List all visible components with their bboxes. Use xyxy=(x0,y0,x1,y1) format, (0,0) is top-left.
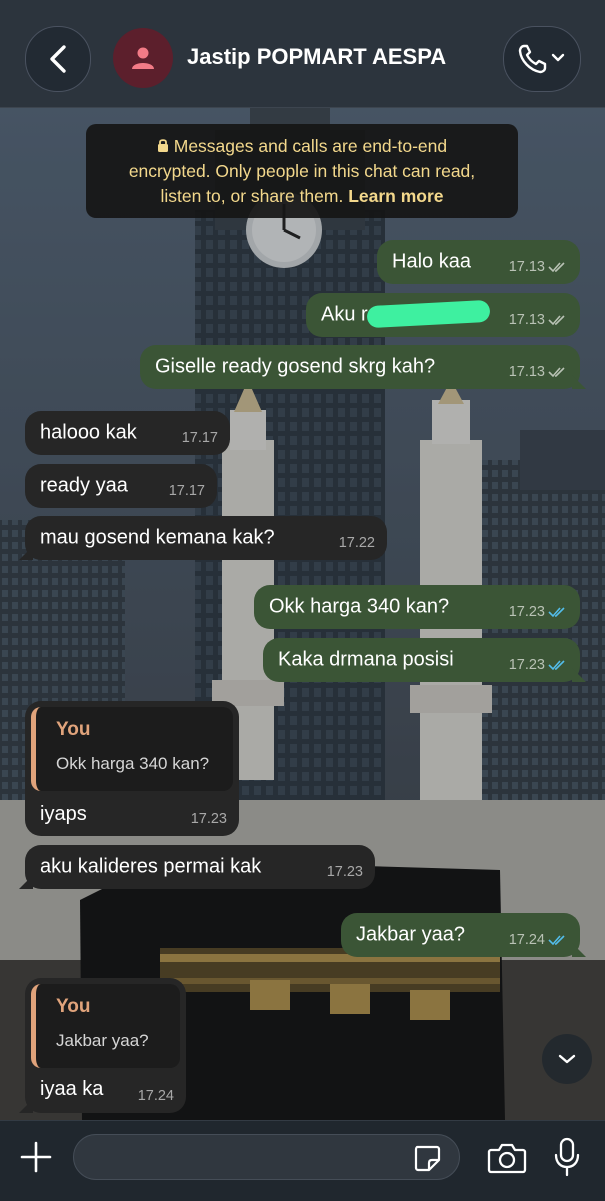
sticker-icon[interactable] xyxy=(412,1143,442,1173)
message-bubble-outgoing[interactable]: Jakbar yaa? 17.24 xyxy=(341,913,580,957)
learn-more-link[interactable]: Learn more xyxy=(348,186,443,206)
message-text: mau gosend kemana kak? xyxy=(40,526,275,549)
message-text: aku kalideres permai kak xyxy=(40,855,262,878)
message-time: 17.13 xyxy=(508,312,545,328)
double-check-icon xyxy=(548,262,565,273)
message-bubble-incoming[interactable]: halooo kak 17.17 xyxy=(25,411,230,455)
message-bubble-incoming[interactable]: aku kalideres permai kak 17.23 xyxy=(25,845,375,889)
double-check-read-icon xyxy=(548,607,565,618)
quoted-message[interactable]: You Okk harga 340 kan? xyxy=(31,707,233,791)
message-bubble-incoming-reply[interactable]: You Jakbar yaa? iyaa ka 17.24 xyxy=(25,978,186,1113)
quoted-text: Okk harga 340 kan? xyxy=(56,754,210,773)
message-time: 17.22 xyxy=(338,535,375,551)
call-button[interactable] xyxy=(503,26,581,92)
notice-line-1: Messages and calls are end-to-end xyxy=(173,136,448,156)
scroll-to-bottom-button[interactable] xyxy=(542,1034,592,1084)
message-time: 17.17 xyxy=(181,430,218,446)
back-button[interactable] xyxy=(25,26,91,92)
message-bubble-outgoing[interactable]: Giselle ready gosend skrg kah? 17.13 xyxy=(140,345,580,389)
chat-header: Jastip POPMART AESPA xyxy=(0,0,605,108)
message-text: Halo kaa xyxy=(392,250,471,273)
message-bubble-incoming[interactable]: mau gosend kemana kak? 17.22 xyxy=(25,516,387,560)
chevron-down-icon xyxy=(558,1054,576,1064)
message-text: Jakbar yaa? xyxy=(356,923,465,946)
double-check-read-icon xyxy=(548,660,565,671)
message-text: ready yaa xyxy=(40,474,128,497)
message-text: Kaka drmana posisi xyxy=(278,648,454,671)
message-time: 17.23 xyxy=(508,657,545,673)
message-time: 17.17 xyxy=(168,483,205,499)
message-bubble-outgoing[interactable]: Halo kaa 17.13 xyxy=(377,240,580,284)
microphone-icon[interactable] xyxy=(553,1137,581,1177)
message-text: Okk harga 340 kan? xyxy=(269,595,450,618)
message-text: iyaps xyxy=(40,803,87,825)
message-time: 17.23 xyxy=(326,864,363,880)
message-bubble-incoming-reply[interactable]: You Okk harga 340 kan? iyaps 17.23 xyxy=(25,701,239,836)
quoted-message[interactable]: You Jakbar yaa? xyxy=(31,984,180,1068)
message-text: Giselle ready gosend skrg kah? xyxy=(155,355,436,378)
double-check-read-icon xyxy=(548,935,565,946)
message-text: halooo kak xyxy=(40,421,137,444)
message-bubble-outgoing[interactable]: Okk harga 340 kan? 17.23 xyxy=(254,585,580,629)
chat-title[interactable]: Jastip POPMART AESPA xyxy=(187,44,446,70)
chevron-left-icon xyxy=(50,45,66,73)
message-bubble-outgoing[interactable]: Kaka drmana posisi 17.23 xyxy=(263,638,580,682)
message-text: iyaa ka xyxy=(40,1078,104,1100)
message-bubble-incoming[interactable]: ready yaa 17.17 xyxy=(25,464,217,508)
message-text: Aku r xyxy=(321,303,368,326)
quoted-author: You xyxy=(56,719,91,740)
quoted-text: Jakbar yaa? xyxy=(56,1031,149,1050)
message-time: 17.23 xyxy=(190,811,227,827)
message-input[interactable] xyxy=(73,1134,460,1180)
message-time: 17.13 xyxy=(508,259,545,275)
notice-line-2: encrypted. Only people in this chat can … xyxy=(128,161,476,181)
quoted-author: You xyxy=(56,996,91,1017)
camera-icon[interactable] xyxy=(487,1141,527,1175)
avatar[interactable] xyxy=(113,28,173,88)
message-time: 17.13 xyxy=(508,364,545,380)
message-composer xyxy=(0,1120,605,1201)
encryption-notice[interactable]: Messages and calls are end-to-end encryp… xyxy=(86,124,518,218)
message-time: 17.24 xyxy=(137,1088,174,1104)
notice-line-3: listen to, or share them. xyxy=(160,186,344,206)
double-check-icon xyxy=(548,315,565,326)
double-check-icon xyxy=(548,367,565,378)
person-icon xyxy=(132,47,154,69)
message-time: 17.23 xyxy=(508,604,545,620)
plus-icon[interactable] xyxy=(18,1139,54,1175)
phone-icon xyxy=(518,44,565,74)
message-time: 17.24 xyxy=(508,932,545,948)
lock-icon xyxy=(157,139,168,152)
